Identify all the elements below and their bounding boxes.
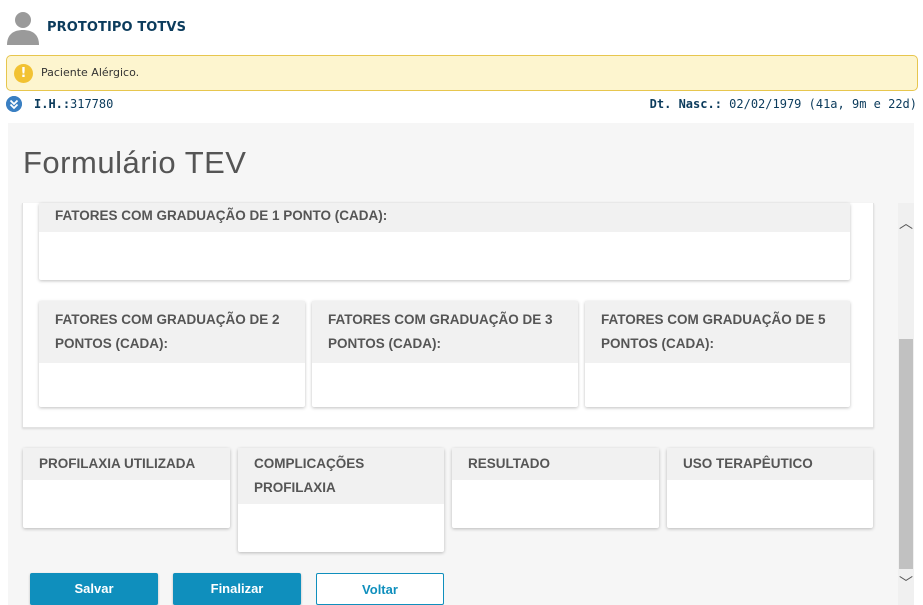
chevron-down-icon[interactable]: ﹀ — [898, 573, 914, 597]
card-title: USO TERAPÊUTICO — [667, 448, 873, 480]
alert-text: Paciente Alérgico. — [41, 66, 140, 79]
save-button[interactable]: Salvar — [30, 573, 158, 605]
factor-card-1-point: FATORES COM GRADUAÇÃO DE 1 PONTO (CADA): — [39, 203, 850, 280]
allergy-alert: ! Paciente Alérgico. — [6, 55, 918, 91]
patient-header: PROTOTIPO TOTVS — [0, 0, 923, 52]
card-title: FATORES COM GRADUAÇÃO DE 5 PONTOS (CADA)… — [585, 301, 850, 363]
vertical-scrollbar[interactable]: ︿ ﹀ — [898, 203, 914, 605]
factor-card-3-points: FATORES COM GRADUAÇÃO DE 3 PONTOS (CADA)… — [312, 301, 578, 407]
factor-card-2-points: FATORES COM GRADUAÇÃO DE 2 PONTOS (CADA)… — [39, 301, 305, 407]
form-scroll-area[interactable]: FATORES COM GRADUAÇÃO DE 1 PONTO (CADA):… — [8, 203, 914, 605]
card-title: COMPLICAÇÕES PROFILAXIA — [238, 448, 444, 504]
main-content: Formulário TEV FATORES COM GRADUAÇÃO DE … — [8, 123, 914, 605]
card-title: PROFILAXIA UTILIZADA — [23, 448, 230, 480]
factor-card-5-points: FATORES COM GRADUAÇÃO DE 5 PONTOS (CADA)… — [585, 301, 850, 407]
back-button[interactable]: Voltar — [316, 573, 444, 605]
chevron-double-down-icon[interactable] — [6, 96, 22, 112]
card-title: FATORES COM GRADUAÇÃO DE 1 PONTO (CADA): — [39, 203, 850, 232]
exclamation-icon: ! — [14, 64, 33, 83]
ih-value: 317780 — [70, 97, 114, 111]
dob-label: Dt. Nasc.: — [649, 97, 722, 111]
card-title: FATORES COM GRADUAÇÃO DE 3 PONTOS (CADA)… — [312, 301, 578, 363]
chevron-up-icon[interactable]: ︿ — [898, 213, 914, 237]
dob-value: 02/02/1979 (41a, 9m e 22d) — [729, 97, 917, 111]
card-complicacoes-profilaxia: COMPLICAÇÕES PROFILAXIA — [238, 448, 444, 552]
card-resultado: RESULTADO — [452, 448, 659, 528]
card-title: FATORES COM GRADUAÇÃO DE 2 PONTOS (CADA)… — [39, 301, 305, 363]
card-uso-terapeutico: USO TERAPÊUTICO — [667, 448, 873, 528]
card-title: RESULTADO — [452, 448, 659, 480]
patient-info-bar: I.H.: 317780 Dt. Nasc.: 02/02/1979 (41a,… — [0, 95, 923, 115]
patient-name: PROTOTIPO TOTVS — [47, 20, 187, 35]
finish-button[interactable]: Finalizar — [173, 573, 301, 605]
scrollbar-thumb[interactable] — [899, 339, 913, 569]
factors-group: FATORES COM GRADUAÇÃO DE 1 PONTO (CADA):… — [22, 203, 874, 428]
ih-label: I.H.: — [34, 97, 71, 111]
card-profilaxia-utilizada: PROFILAXIA UTILIZADA — [23, 448, 230, 528]
birth-date: Dt. Nasc.: 02/02/1979 (41a, 9m e 22d) — [650, 97, 917, 111]
page-title: Formulário TEV — [23, 145, 247, 180]
user-avatar-icon — [7, 12, 39, 45]
